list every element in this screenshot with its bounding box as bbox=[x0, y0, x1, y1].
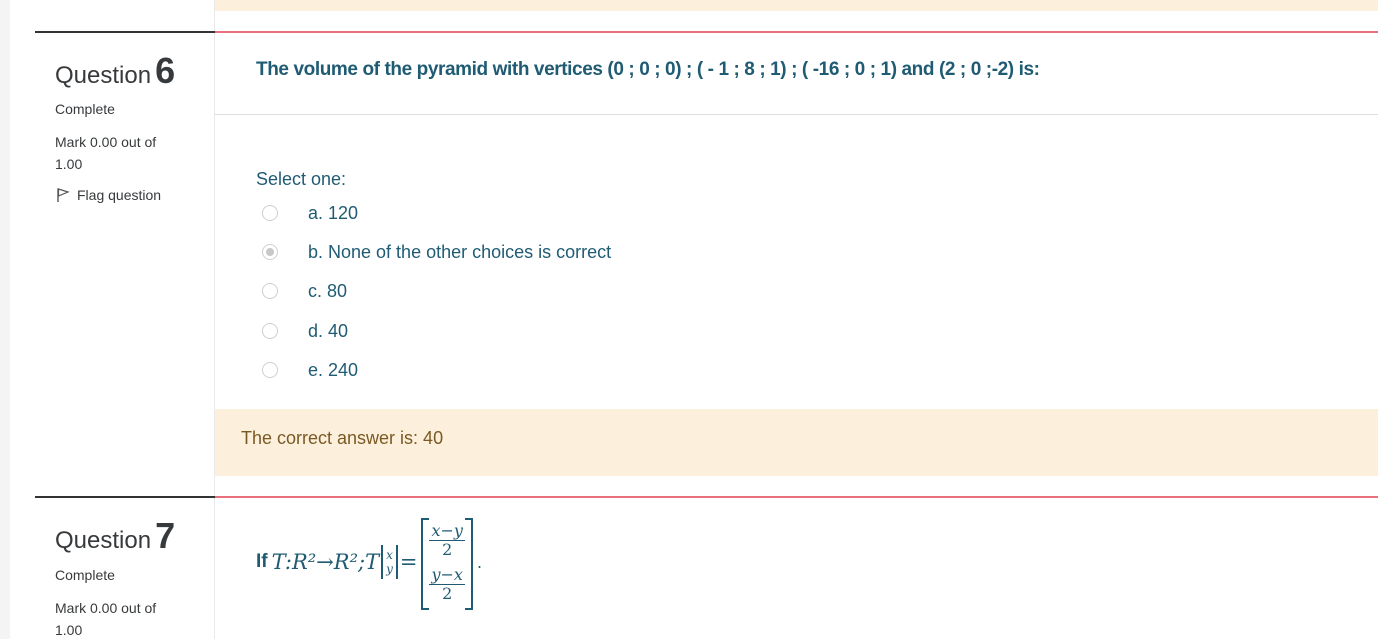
row2-numerator: y−x bbox=[429, 564, 465, 585]
question-number-label: Question 6 bbox=[55, 50, 175, 92]
question-content-rule bbox=[215, 496, 1378, 498]
row1-denominator: 2 bbox=[442, 539, 453, 559]
period: . bbox=[476, 551, 482, 572]
answer-option-c[interactable]: c. 80 bbox=[256, 276, 1156, 306]
answer-option-label: c. 80 bbox=[308, 280, 348, 301]
if-word: If bbox=[256, 551, 268, 572]
left-bracket bbox=[421, 518, 430, 610]
input-vector: x y bbox=[381, 545, 398, 579]
radio-button-selected[interactable] bbox=[262, 244, 278, 260]
answer-option-label: b. None of the other choices is correct bbox=[308, 241, 612, 262]
question-content-rule bbox=[215, 31, 1378, 33]
radio-button[interactable] bbox=[262, 283, 278, 299]
vector-x: x bbox=[386, 548, 393, 562]
correct-answer-feedback: The correct answer is: 40 bbox=[215, 409, 1378, 476]
select-one-prompt: Select one: bbox=[256, 169, 347, 189]
flag-question-link[interactable]: Flag question bbox=[55, 187, 161, 203]
radio-button[interactable] bbox=[262, 323, 278, 339]
question-math-text: If T:R²→R²;T x y = x−y 2 y−x 2 . bbox=[256, 516, 482, 610]
quiz-review-page: Question 6 Complete Mark 0.00 out of 1.00… bbox=[0, 0, 1395, 639]
correct-answer-text: The correct answer is: 40 bbox=[241, 428, 444, 448]
answer-option-d[interactable]: d. 40 bbox=[256, 316, 1156, 346]
question-number-label: Question 7 bbox=[55, 515, 175, 557]
radio-button[interactable] bbox=[262, 362, 278, 378]
question-info-rule bbox=[35, 31, 215, 33]
left-margin-stripe bbox=[0, 0, 10, 639]
answer-option-label: e. 240 bbox=[308, 359, 359, 380]
flag-question-label: Flag question bbox=[77, 187, 162, 203]
vector-y: y bbox=[386, 562, 393, 576]
question-word: Question bbox=[55, 527, 152, 554]
row2-denominator: 2 bbox=[442, 583, 453, 603]
right-bracket bbox=[464, 518, 473, 610]
flag-icon bbox=[57, 188, 70, 202]
answer-option-b[interactable]: b. None of the other choices is correct bbox=[256, 237, 1156, 267]
row1-numerator: x−y bbox=[429, 520, 465, 541]
question-text: The volume of the pyramid with vertices … bbox=[256, 59, 1040, 80]
question-state: Complete bbox=[55, 567, 115, 583]
question-grade: Mark 0.00 out of 1.00 bbox=[55, 600, 157, 638]
question-grade: Mark 0.00 out of 1.00 bbox=[55, 134, 157, 172]
output-row-2: y−x 2 bbox=[429, 564, 465, 603]
question-text-divider bbox=[215, 114, 1378, 115]
answer-option-a[interactable]: a. 120 bbox=[256, 198, 1156, 228]
answer-option-label: a. 120 bbox=[308, 202, 359, 223]
answer-option-label: d. 40 bbox=[308, 320, 349, 341]
column-divider bbox=[214, 0, 215, 639]
question-word: Question bbox=[55, 62, 152, 89]
question-number: 6 bbox=[155, 50, 176, 91]
previous-feedback-stub bbox=[215, 0, 1378, 11]
question-number: 7 bbox=[155, 515, 176, 556]
question-state: Complete bbox=[55, 101, 115, 117]
output-row-1: x−y 2 bbox=[429, 520, 465, 559]
question-info-rule bbox=[35, 496, 215, 498]
output-vector: x−y 2 y−x 2 bbox=[421, 518, 473, 610]
radio-button[interactable] bbox=[262, 205, 278, 221]
equals-sign: = bbox=[399, 550, 418, 574]
mapping-expression: T:R²→R²;T bbox=[271, 550, 380, 574]
answer-option-e[interactable]: e. 240 bbox=[256, 355, 1156, 385]
